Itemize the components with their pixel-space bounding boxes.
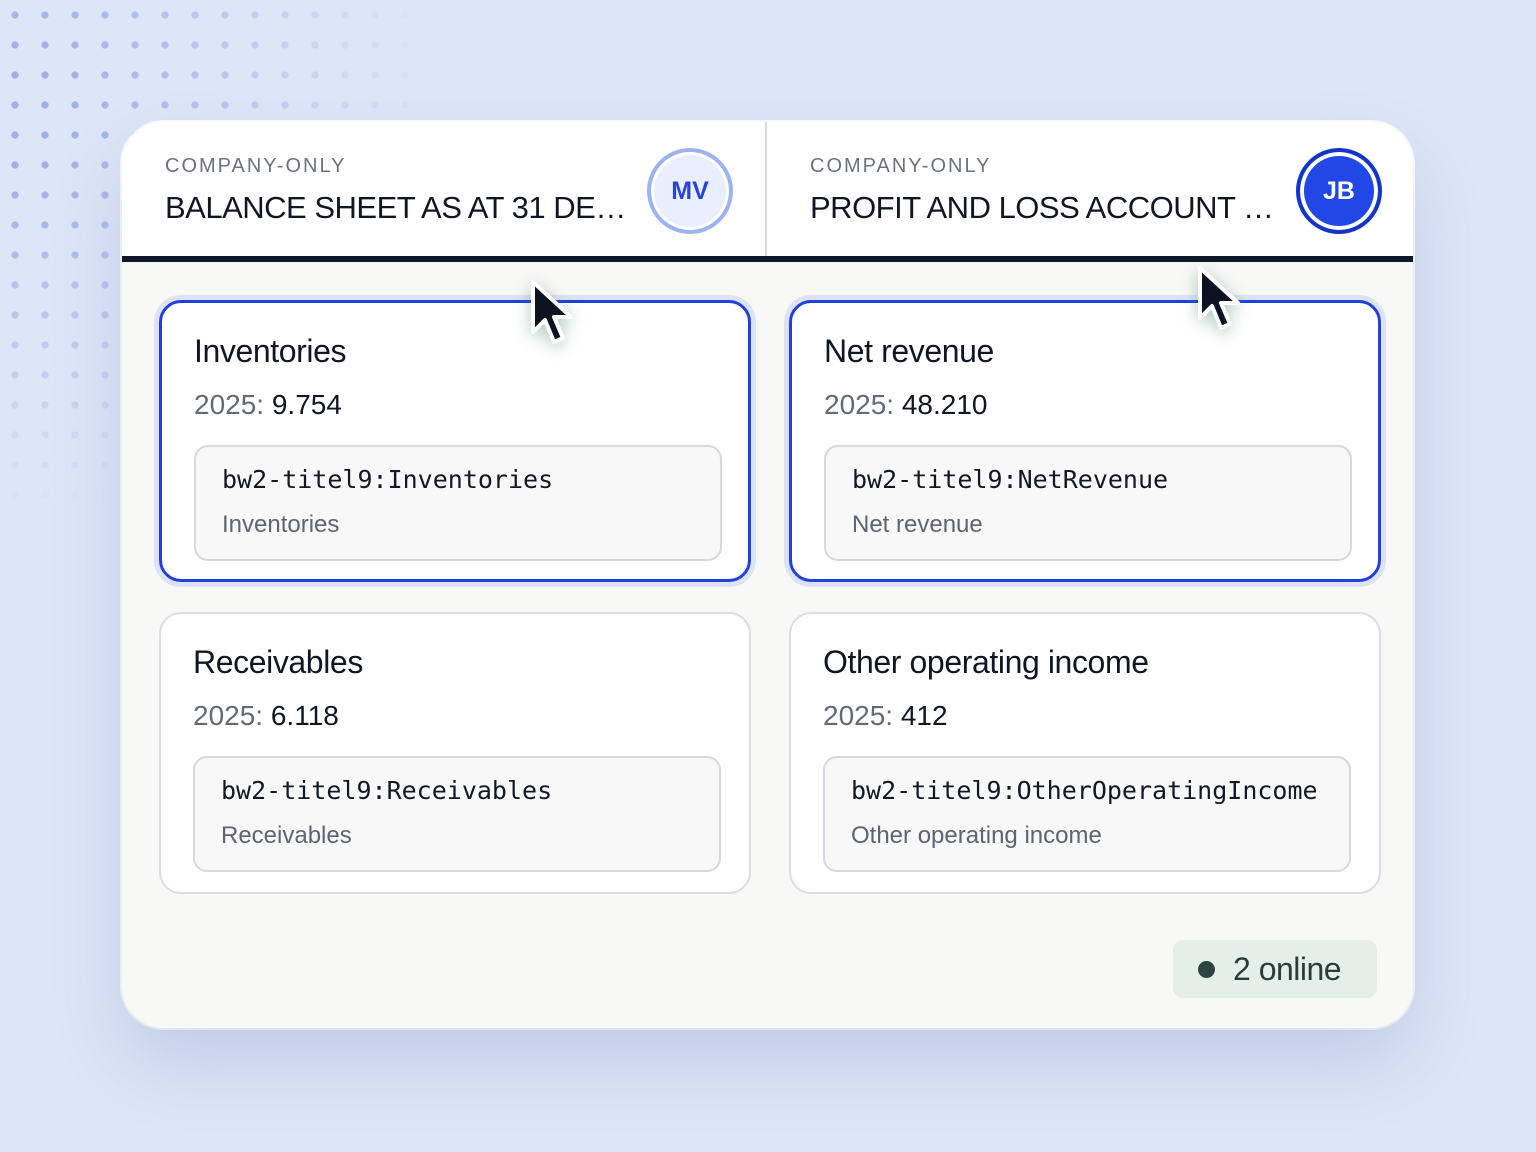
year-value: 48.210 — [901, 389, 988, 420]
mouse-pointer-icon — [526, 278, 582, 350]
card-year-value: 2025: 412 — [823, 700, 948, 732]
concept-code: bw2-titel9:OtherOperatingIncome — [851, 776, 1318, 805]
concept-box[interactable]: bw2-titel9:Receivables Receivables — [193, 756, 721, 872]
card-receivables[interactable]: Receivables 2025: 6.118 bw2-titel9:Recei… — [159, 612, 751, 894]
avatar-jb[interactable]: JB — [1296, 148, 1382, 234]
concept-code: bw2-titel9:Inventories — [222, 465, 554, 494]
online-status-badge: 2 online — [1173, 940, 1377, 998]
header-tabs: COMPANY-ONLY BALANCE SHEET AS AT 31 DECE… — [122, 122, 1413, 262]
card-year-value: 2025: 6.118 — [193, 700, 339, 732]
concept-box[interactable]: bw2-titel9:NetRevenue Net revenue — [824, 445, 1352, 561]
concept-box[interactable]: bw2-titel9:OtherOperatingIncome Other op… — [823, 756, 1351, 872]
year-label: 2025: — [193, 700, 264, 731]
tab-title: BALANCE SHEET AS AT 31 DECEMBER — [165, 190, 635, 225]
tab-balance-sheet[interactable]: COMPANY-ONLY BALANCE SHEET AS AT 31 DECE… — [122, 122, 765, 256]
concept-label: Receivables — [221, 822, 352, 849]
card-title: Other operating income — [823, 644, 1149, 680]
year-value: 412 — [900, 700, 948, 731]
card-year-value: 2025: 9.754 — [194, 389, 342, 421]
card-title: Net revenue — [824, 333, 994, 369]
app-window: COMPANY-ONLY BALANCE SHEET AS AT 31 DECE… — [122, 122, 1413, 1028]
card-title: Receivables — [193, 644, 363, 680]
card-net-revenue[interactable]: Net revenue 2025: 48.210 bw2-titel9:NetR… — [789, 300, 1381, 582]
avatar-mv[interactable]: MV — [647, 148, 733, 234]
concept-box[interactable]: bw2-titel9:Inventories Inventories — [194, 445, 722, 561]
tab-title: PROFIT AND LOSS ACCOUNT FOR THE YEAR — [810, 190, 1280, 225]
concept-code: bw2-titel9:NetRevenue — [852, 465, 1169, 494]
tab-kicker: COMPANY-ONLY — [165, 155, 347, 177]
year-value: 6.118 — [270, 700, 339, 731]
tab-kicker: COMPANY-ONLY — [810, 155, 992, 177]
tab-profit-and-loss[interactable]: COMPANY-ONLY PROFIT AND LOSS ACCOUNT FOR… — [767, 122, 1413, 256]
card-title: Inventories — [194, 333, 347, 369]
card-year-value: 2025: 48.210 — [824, 389, 988, 421]
mouse-pointer-icon — [1193, 264, 1249, 336]
card-other-operating-income[interactable]: Other operating income 2025: 412 bw2-tit… — [789, 612, 1381, 894]
concept-label: Net revenue — [852, 511, 983, 538]
year-label: 2025: — [194, 389, 265, 420]
year-label: 2025: — [823, 700, 894, 731]
concept-code: bw2-titel9:Receivables — [221, 776, 553, 805]
concept-label: Inventories — [222, 511, 340, 538]
card-inventories[interactable]: Inventories 2025: 9.754 bw2-titel9:Inven… — [159, 300, 751, 582]
concept-label: Other operating income — [851, 822, 1102, 849]
year-value: 9.754 — [271, 389, 342, 420]
year-label: 2025: — [824, 389, 895, 420]
status-dot-icon — [1198, 960, 1215, 978]
online-count: 2 online — [1233, 950, 1342, 987]
